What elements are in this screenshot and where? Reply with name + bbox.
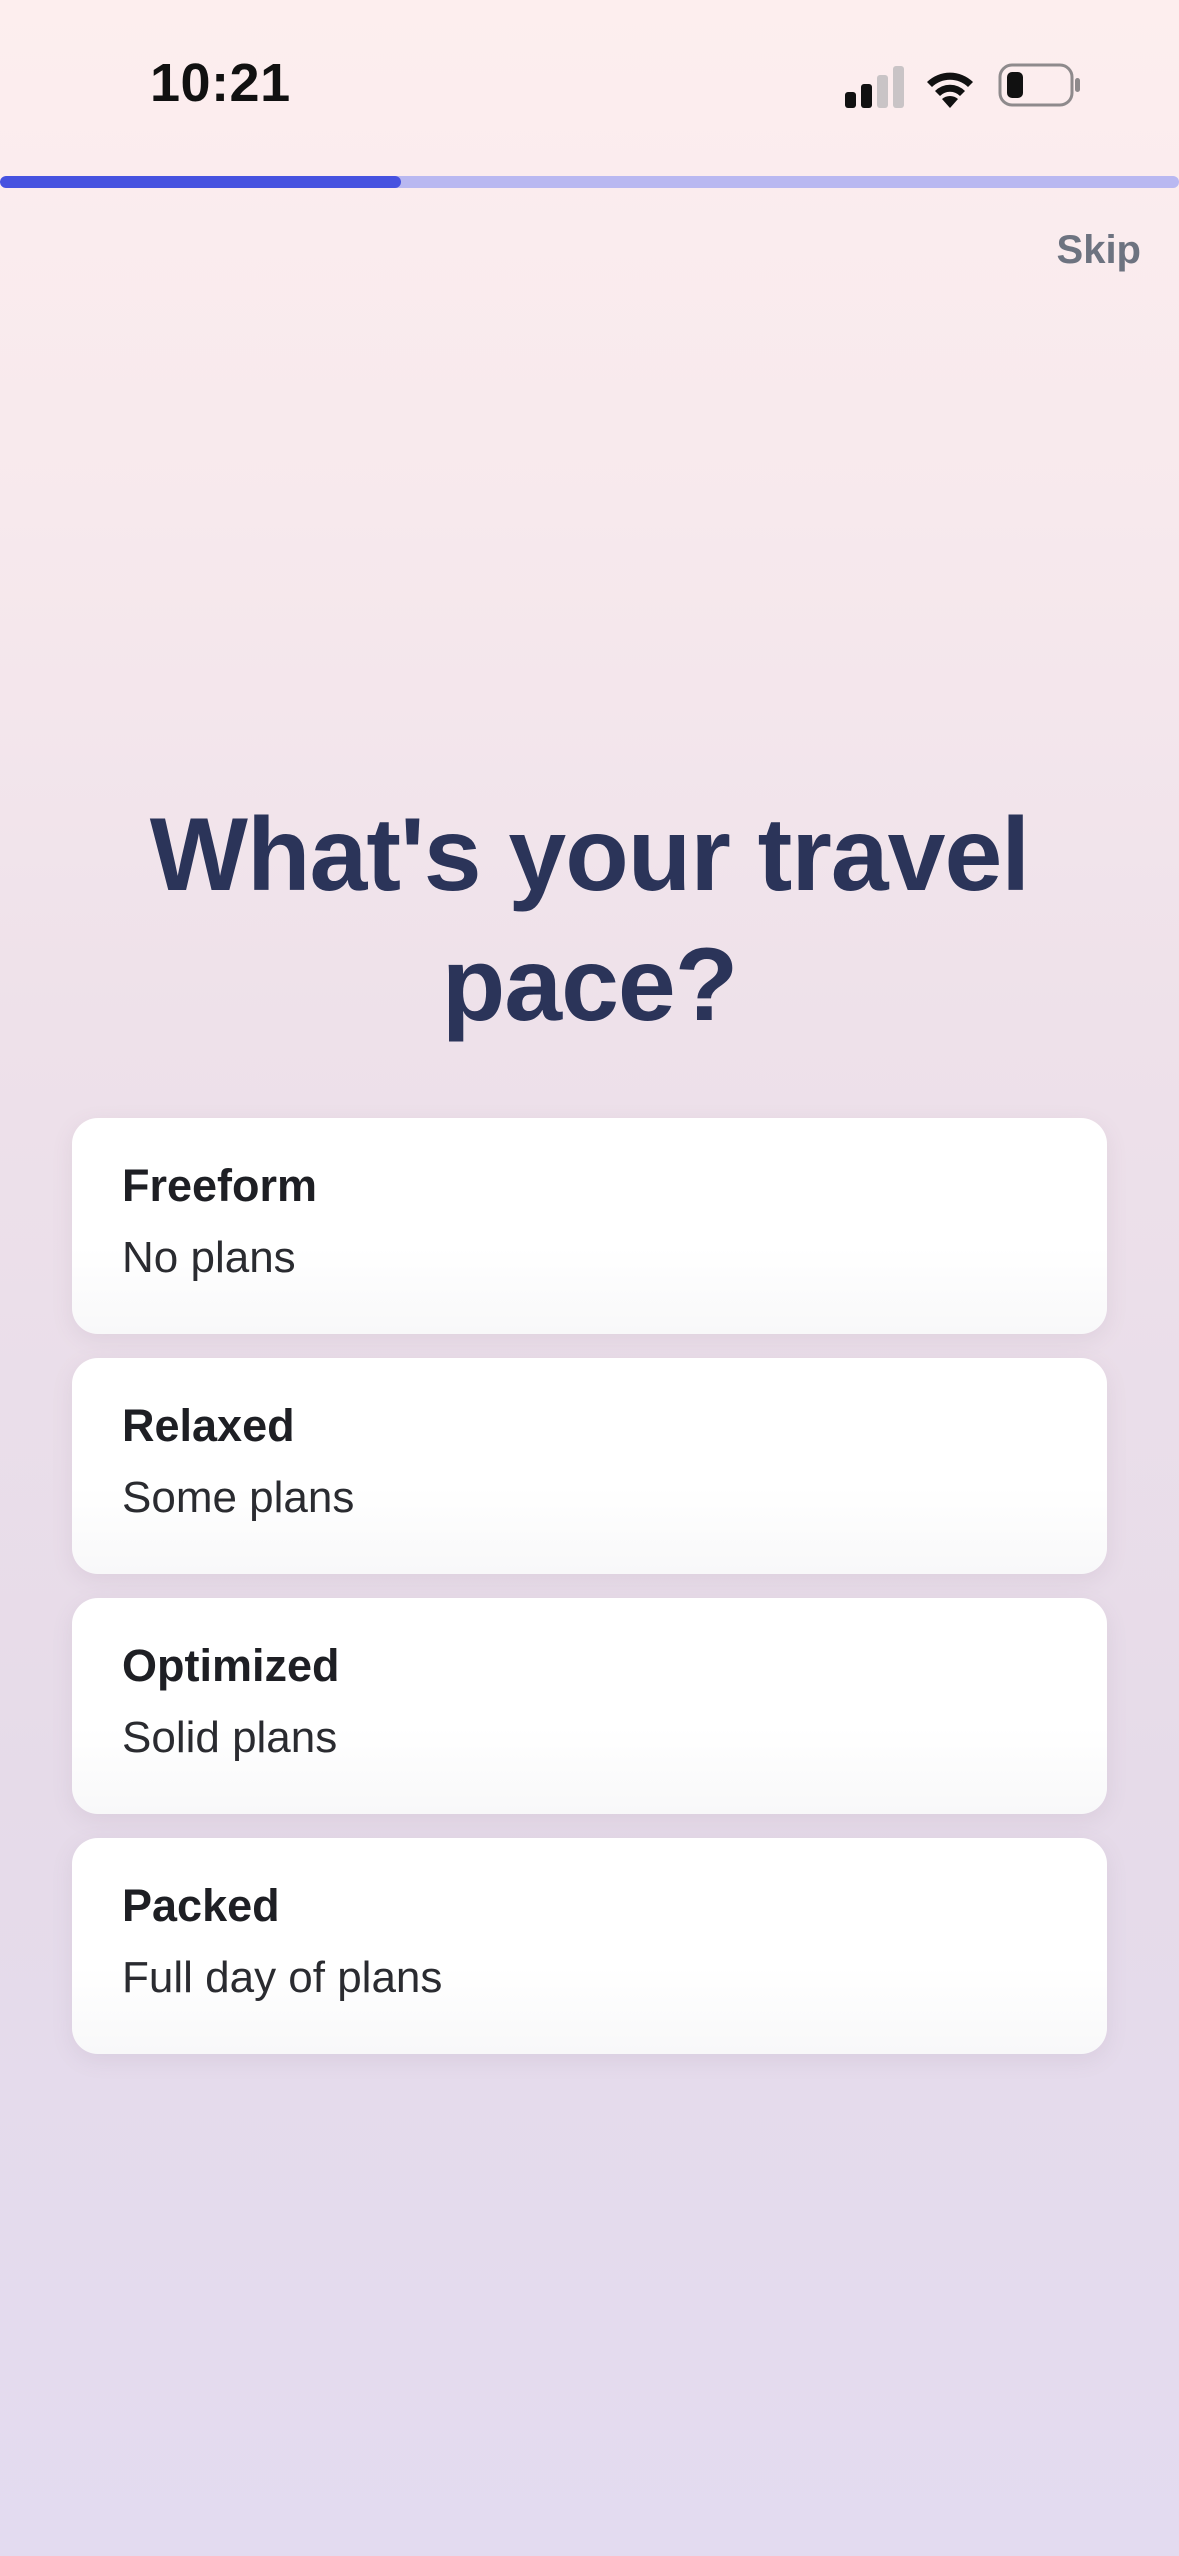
- status-time: 10:21: [150, 53, 291, 113]
- option-subtitle: Solid plans: [122, 1713, 338, 1762]
- option-title: Relaxed: [122, 1400, 295, 1451]
- option-subtitle: No plans: [122, 1233, 296, 1282]
- battery-icon: [998, 63, 1080, 107]
- cellular-signal-icon: [845, 66, 904, 108]
- status-bar: 10:21: [0, 0, 1179, 170]
- option-freeform[interactable]: Freeform No plans: [72, 1118, 1107, 1334]
- question-title: What's your travel pace?: [149, 797, 1030, 1043]
- option-title: Optimized: [122, 1640, 340, 1691]
- option-packed[interactable]: Packed Full day of plans: [72, 1838, 1107, 2054]
- onboarding-progress-bar: [0, 176, 1179, 188]
- option-subtitle: Full day of plans: [122, 1953, 443, 2002]
- pace-options-list: Freeform No plans Relaxed Some plans Opt…: [72, 1118, 1107, 2078]
- wifi-icon: [927, 72, 973, 108]
- option-optimized[interactable]: Optimized Solid plans: [72, 1598, 1107, 1814]
- option-title: Packed: [122, 1880, 280, 1931]
- progress-bar-fill: [0, 176, 401, 188]
- option-title: Freeform: [122, 1160, 318, 1211]
- skip-button[interactable]: Skip: [1057, 228, 1141, 273]
- option-relaxed[interactable]: Relaxed Some plans: [72, 1358, 1107, 1574]
- option-subtitle: Some plans: [122, 1473, 355, 1522]
